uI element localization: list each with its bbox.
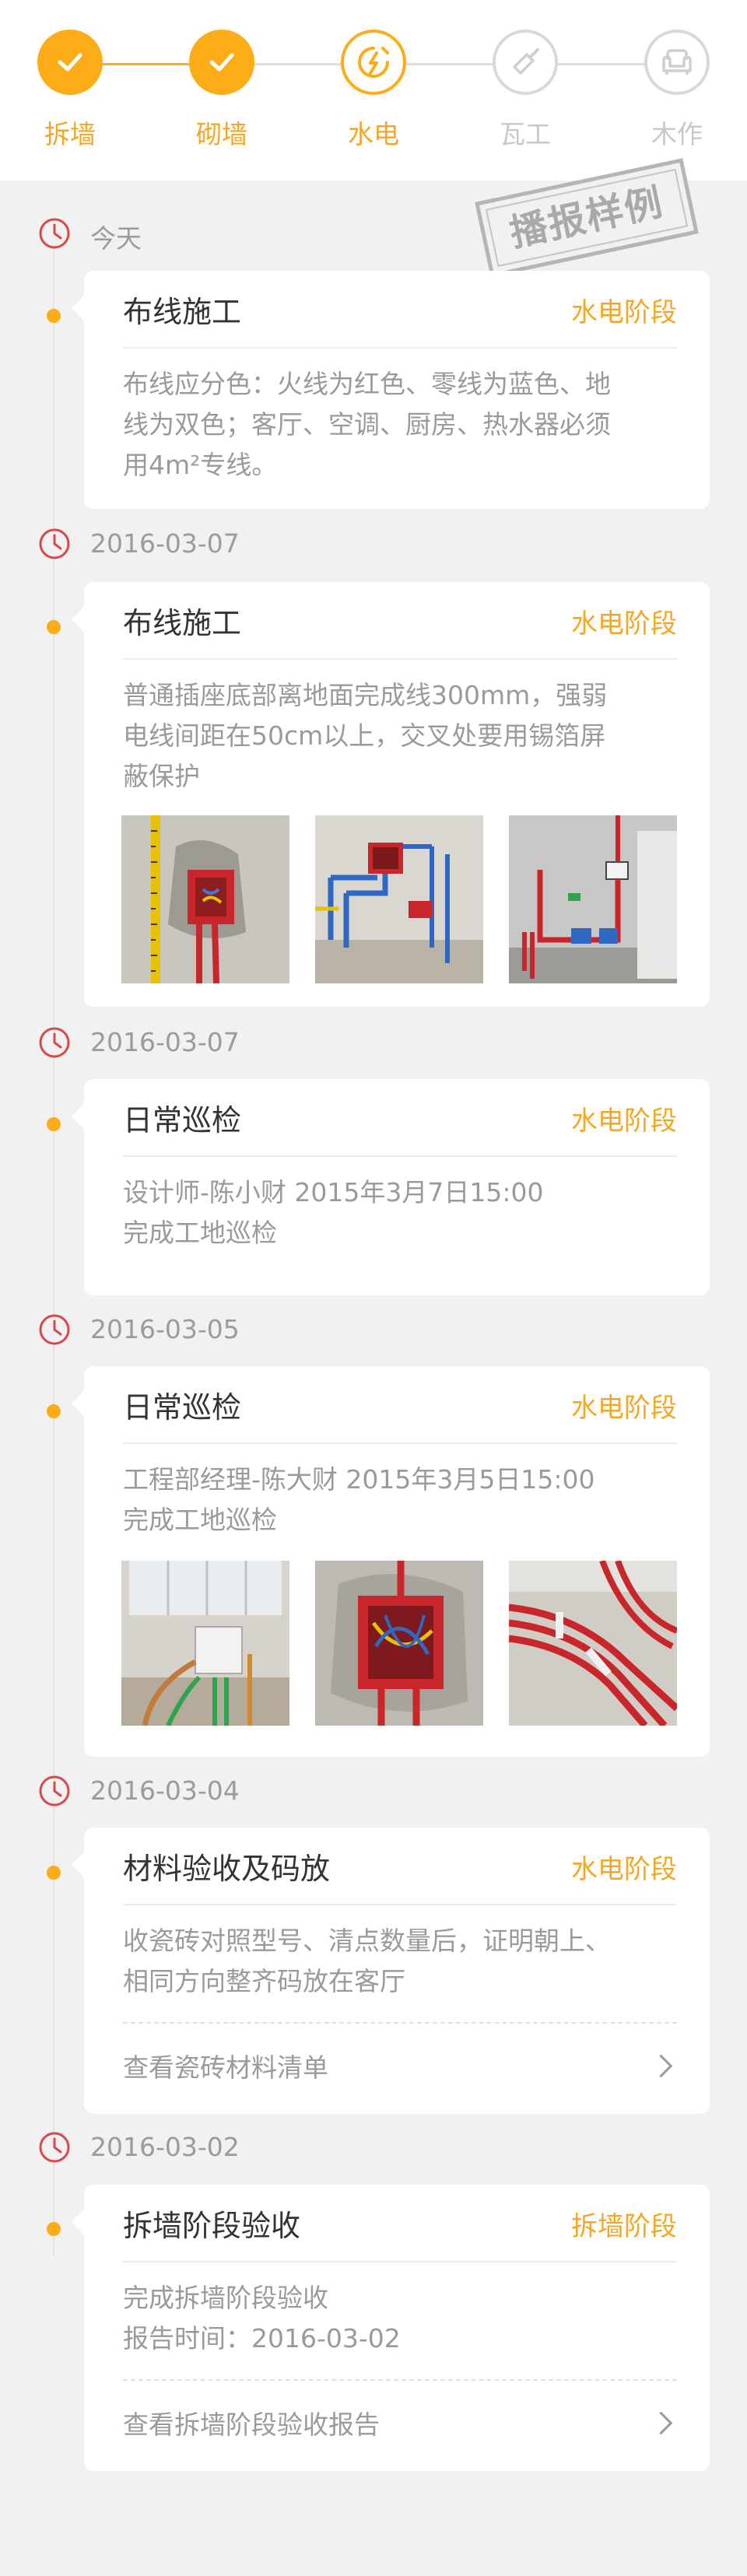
description-line: 用4m²专线。	[123, 450, 278, 480]
step-label: 木作	[651, 119, 703, 149]
photo-row	[121, 815, 677, 983]
entry-date: 2016-03-05	[90, 1314, 240, 1344]
description-line: 设计师-陈小财 2015年3月7日15:00	[123, 1177, 544, 1207]
entry-date: 2016-03-02	[90, 2132, 240, 2162]
link-label: 查看瓷砖材料清单	[123, 2052, 328, 2083]
description-line: 完成拆墙阶段验收	[123, 2283, 328, 2313]
step-label: 水电	[348, 119, 399, 149]
timeline-card[interactable]: 拆墙阶段验收 拆墙阶段 完成拆墙阶段验收 报告时间：2016-03-02 查看拆…	[72, 2185, 710, 2471]
divider	[123, 1904, 677, 1905]
card-title: 日常巡检	[123, 1390, 242, 1425]
card-description: 工程部经理-陈大财 2015年3月5日15:00 完成工地巡检	[123, 1460, 677, 1540]
timeline-dot	[47, 1404, 61, 1418]
divider	[123, 2261, 677, 2262]
entry-date: 今天	[90, 223, 142, 254]
photo-row	[121, 1561, 677, 1726]
divider	[123, 347, 677, 349]
site-photo[interactable]	[315, 1561, 483, 1726]
card-description: 布线应分色：火线为红色、零线为蓝色、地 线为双色；客厅、空调、厨房、热水器必须 …	[123, 364, 677, 485]
site-photo[interactable]	[121, 1561, 289, 1726]
description-line: 相同方向整齐码放在客厅	[123, 1966, 405, 1996]
description-line: 蔽保护	[123, 761, 200, 791]
description-line: 收瓷砖对照型号、清点数量后，证明朝上、	[123, 1926, 611, 1956]
clock-icon	[37, 1774, 72, 1808]
step-connector-todo	[218, 63, 677, 65]
card-title: 布线施工	[123, 606, 242, 640]
card-title: 日常巡检	[123, 1103, 242, 1137]
site-photo[interactable]	[509, 1561, 677, 1726]
tile-material-list-link[interactable]: 查看瓷砖材料清单	[123, 2047, 677, 2084]
description-line: 电线间距在50cm以上，交叉处要用锡箔屏	[123, 720, 606, 751]
site-photo[interactable]	[509, 815, 677, 983]
card-description: 完成拆墙阶段验收 报告时间：2016-03-02	[123, 2278, 677, 2359]
entry-date: 2016-03-07	[90, 1027, 240, 1057]
timeline-dot	[47, 1866, 61, 1880]
stage-tag: 水电阶段	[571, 1393, 677, 1424]
clock-icon	[37, 216, 72, 251]
step-demolition[interactable]: 拆墙	[12, 30, 128, 151]
card-title: 拆墙阶段验收	[123, 2209, 301, 2243]
chevron-right-icon	[649, 2054, 673, 2078]
timeline-dot	[47, 620, 61, 634]
timeline-card[interactable]: 布线施工 水电阶段 布线应分色：火线为红色、零线为蓝色、地 线为双色；客厅、空调…	[72, 271, 710, 509]
timeline-dot	[47, 2222, 61, 2236]
stage-tag: 水电阶段	[571, 1106, 677, 1137]
description-line: 普通插座底部离地面完成线300mm，强弱	[123, 680, 608, 710]
description-line: 线为双色；客厅、空调、厨房、热水器必须	[123, 409, 611, 440]
stage-tag: 拆墙阶段	[571, 2211, 677, 2242]
description-line: 完成工地巡检	[123, 1505, 277, 1535]
description-line: 布线应分色：火线为红色、零线为蓝色、地	[123, 369, 611, 399]
timeline-card[interactable]: 材料验收及码放 水电阶段 收瓷砖对照型号、清点数量后，证明朝上、 相同方向整齐码…	[72, 1828, 710, 2114]
step-label: 砌墙	[196, 119, 247, 149]
timeline-dot	[47, 309, 61, 323]
dashed-divider	[123, 2379, 677, 2381]
divider	[123, 1442, 677, 1444]
step-tiling[interactable]: 瓦工	[467, 30, 584, 151]
card-description: 设计师-陈小财 2015年3月7日15:00 完成工地巡检	[123, 1172, 677, 1253]
card-title: 材料验收及码放	[123, 1852, 331, 1886]
site-photo[interactable]	[315, 815, 483, 983]
stage-tag: 水电阶段	[571, 297, 677, 328]
timeline-dot	[47, 1117, 61, 1131]
check-icon	[189, 30, 254, 95]
trowel-icon	[493, 30, 558, 95]
timeline-card[interactable]: 日常巡检 水电阶段 工程部经理-陈大财 2015年3月5日15:00 完成工地巡…	[72, 1366, 710, 1757]
check-icon	[37, 30, 103, 95]
divider	[123, 658, 677, 660]
plug-icon	[341, 30, 406, 95]
clock-icon	[37, 1025, 72, 1060]
progress-stepper: 拆墙 砌墙 水电 瓦工 木作	[0, 0, 747, 180]
step-label: 拆墙	[44, 119, 96, 149]
card-description: 收瓷砖对照型号、清点数量后，证明朝上、 相同方向整齐码放在客厅	[123, 1921, 677, 2002]
description-line: 完成工地巡检	[123, 1218, 277, 1248]
site-photo[interactable]	[121, 815, 289, 983]
description-line: 工程部经理-陈大财 2015年3月5日15:00	[123, 1464, 595, 1495]
timeline-card[interactable]: 日常巡检 水电阶段 设计师-陈小财 2015年3月7日15:00 完成工地巡检	[72, 1079, 710, 1295]
description-line: 报告时间：2016-03-02	[123, 2323, 401, 2353]
step-label: 瓦工	[500, 119, 551, 149]
clock-icon	[37, 527, 72, 561]
card-title: 布线施工	[123, 295, 242, 329]
demolition-report-link[interactable]: 查看拆墙阶段验收报告	[123, 2404, 677, 2441]
entry-date: 2016-03-07	[90, 528, 240, 559]
clock-icon	[37, 1313, 72, 1347]
dashed-divider	[123, 2022, 677, 2024]
link-label: 查看拆墙阶段验收报告	[123, 2410, 380, 2440]
entry-date: 2016-03-04	[90, 1775, 240, 1806]
card-description: 普通插座底部离地面完成线300mm，强弱 电线间距在50cm以上，交叉处要用锡箔…	[123, 675, 677, 797]
step-masonry[interactable]: 砌墙	[163, 30, 280, 151]
sofa-icon	[644, 30, 710, 95]
stage-tag: 水电阶段	[571, 1854, 677, 1885]
chevron-right-icon	[649, 2411, 673, 2435]
timeline-card[interactable]: 布线施工 水电阶段 普通插座底部离地面完成线300mm，强弱 电线间距在50cm…	[72, 582, 710, 1007]
step-carpentry[interactable]: 木作	[619, 30, 735, 151]
divider	[123, 1155, 677, 1157]
step-plumbing-electric[interactable]: 水电	[315, 30, 432, 151]
clock-icon	[37, 2130, 72, 2164]
stage-tag: 水电阶段	[571, 608, 677, 640]
